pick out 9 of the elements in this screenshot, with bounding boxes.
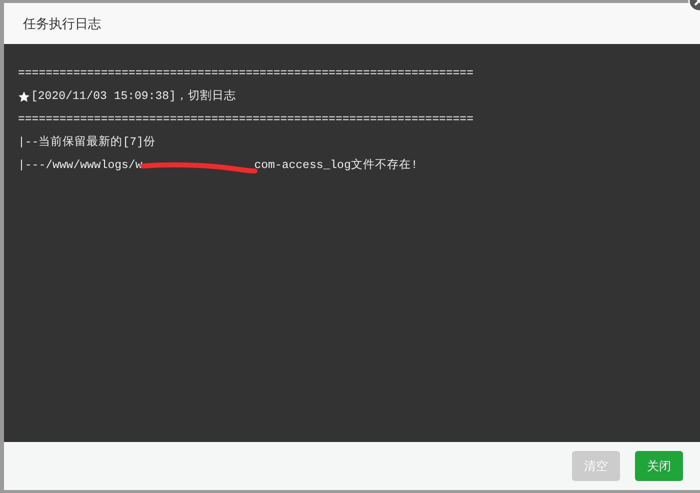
log-line: ================================================================== — [18, 66, 474, 82]
dialog-title: 任务执行日志 — [23, 16, 101, 32]
close-button[interactable]: 关闭 — [635, 451, 683, 481]
log-line: ================================================================== — [18, 112, 474, 128]
log-line: |--当前保留最新的[7]份 — [18, 134, 156, 151]
log-line: com-access_log文件不存在! — [254, 158, 418, 174]
star-icon — [18, 90, 30, 102]
log-line: |---/www/wwwlogs/w — [18, 158, 142, 174]
log-line: [2020/11/03 15:09:38]，切割日志 — [31, 88, 236, 105]
